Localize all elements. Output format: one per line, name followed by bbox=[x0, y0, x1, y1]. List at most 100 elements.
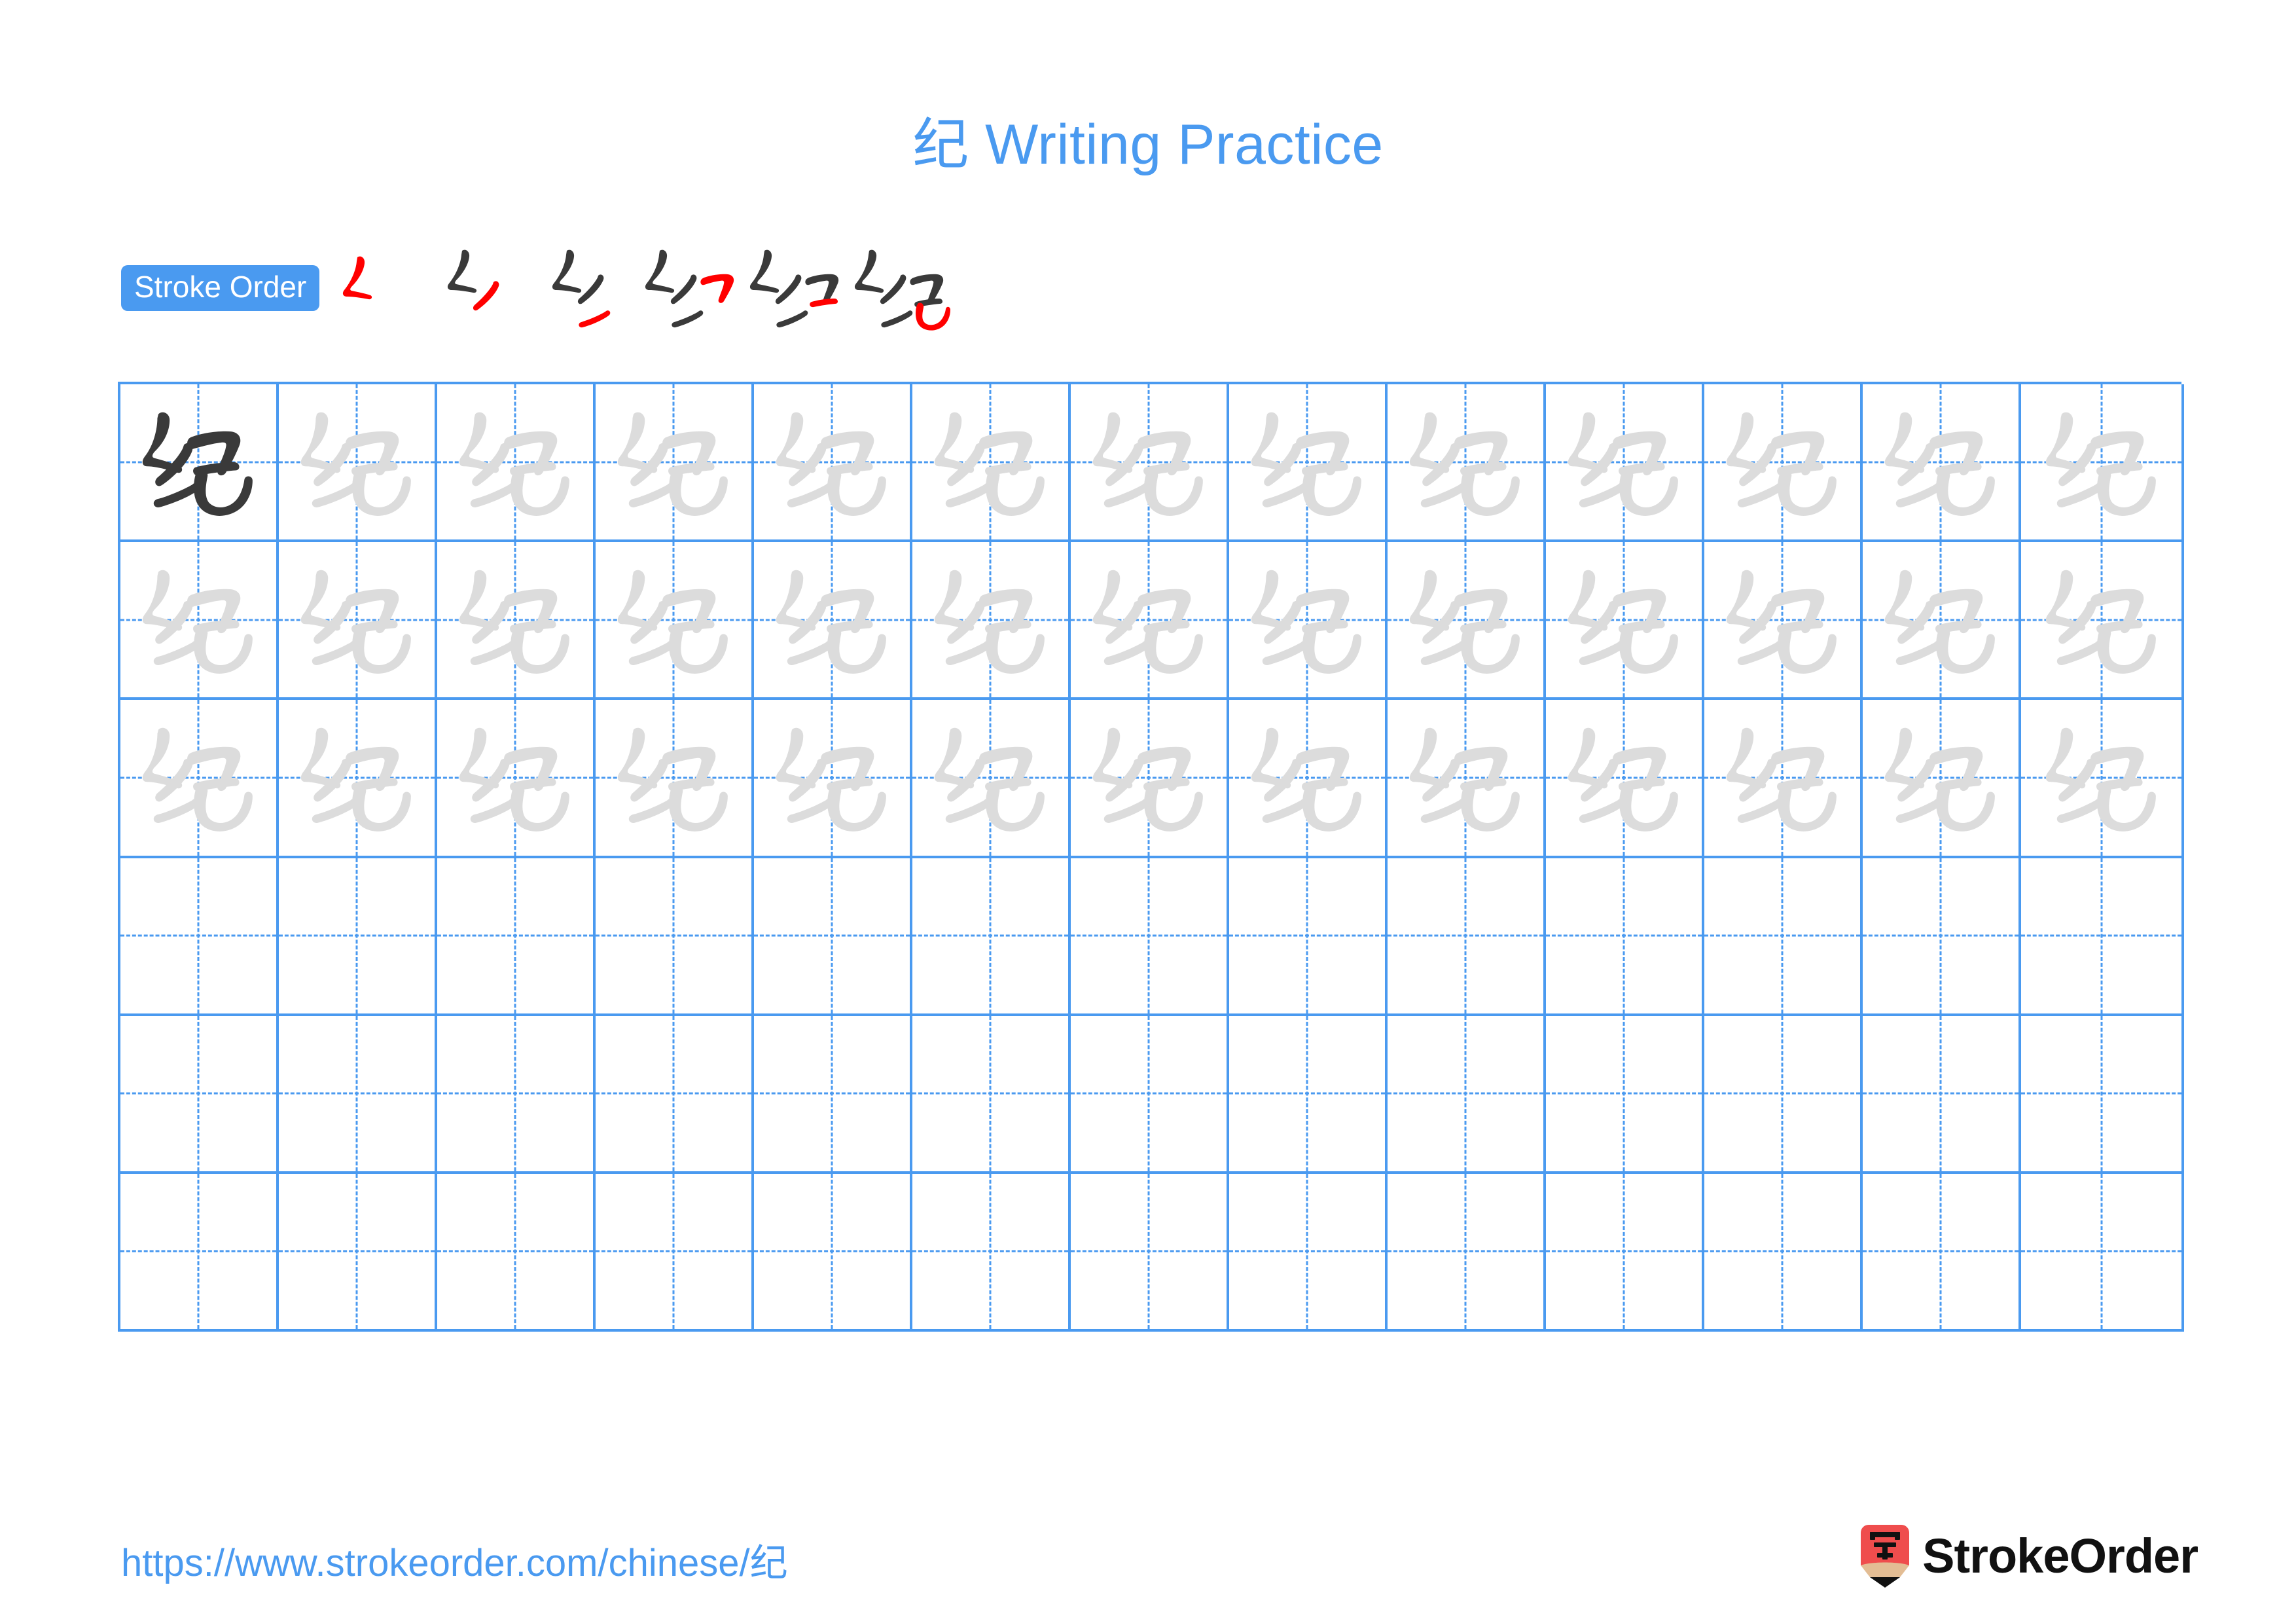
practice-character bbox=[1546, 384, 1702, 539]
stroke-5-prior bbox=[750, 249, 839, 328]
practice-grid-cell[interactable] bbox=[2021, 700, 2184, 858]
practice-grid-cell[interactable] bbox=[1229, 858, 1388, 1016]
practice-grid-cell[interactable] bbox=[1071, 384, 1229, 543]
practice-grid-cell[interactable] bbox=[1863, 1173, 2021, 1332]
practice-grid-cell[interactable] bbox=[1388, 542, 1546, 701]
practice-grid-cell[interactable] bbox=[437, 858, 596, 1016]
practice-grid-cell[interactable] bbox=[912, 384, 1071, 543]
practice-grid-cell[interactable] bbox=[754, 542, 912, 701]
practice-grid-cell[interactable] bbox=[279, 1015, 437, 1174]
practice-grid-cell[interactable] bbox=[912, 1015, 1071, 1174]
practice-grid-cell[interactable] bbox=[437, 1173, 596, 1332]
practice-grid-cell[interactable] bbox=[279, 542, 437, 701]
practice-grid-cell[interactable] bbox=[754, 858, 912, 1016]
stroke-6-prior bbox=[855, 249, 944, 328]
practice-grid-cell[interactable] bbox=[1546, 542, 1704, 701]
practice-grid-cell[interactable] bbox=[1546, 1173, 1704, 1332]
stroke-order-steps bbox=[329, 246, 957, 331]
practice-grid-cell[interactable] bbox=[754, 1173, 912, 1332]
practice-grid-cell[interactable] bbox=[120, 542, 279, 701]
practice-grid-cell[interactable] bbox=[279, 700, 437, 858]
practice-grid-cell[interactable] bbox=[596, 700, 754, 858]
practice-grid-cell[interactable] bbox=[1229, 384, 1388, 543]
practice-grid-cell[interactable] bbox=[1546, 384, 1704, 543]
practice-grid-cell[interactable] bbox=[596, 1173, 754, 1332]
stroke-step-5 bbox=[747, 246, 852, 331]
practice-character bbox=[1071, 384, 1227, 539]
practice-grid-cell[interactable] bbox=[1704, 1015, 1863, 1174]
practice-grid-cell[interactable] bbox=[1704, 1173, 1863, 1332]
practice-grid-cell[interactable] bbox=[1863, 1015, 2021, 1174]
practice-grid-cell[interactable] bbox=[279, 384, 437, 543]
brand-name: StrokeOrder bbox=[1922, 1529, 2198, 1583]
practice-character bbox=[912, 542, 1068, 697]
practice-grid-cell[interactable] bbox=[1071, 700, 1229, 858]
practice-grid-cell[interactable] bbox=[1388, 700, 1546, 858]
practice-grid-cell[interactable] bbox=[1546, 700, 1704, 858]
practice-grid-cell[interactable] bbox=[1704, 700, 1863, 858]
practice-grid-cell[interactable] bbox=[1071, 1173, 1229, 1332]
stroke-3-prior bbox=[552, 249, 604, 304]
practice-grid-cell[interactable] bbox=[754, 384, 912, 543]
practice-grid-cell[interactable] bbox=[2021, 384, 2184, 543]
practice-grid-cell[interactable] bbox=[1071, 858, 1229, 1016]
practice-grid-cell[interactable] bbox=[437, 384, 596, 543]
practice-character bbox=[1546, 700, 1702, 855]
practice-grid bbox=[118, 382, 2184, 1332]
practice-grid-cell[interactable] bbox=[279, 858, 437, 1016]
practice-grid-cell[interactable] bbox=[120, 858, 279, 1016]
practice-grid-cell[interactable] bbox=[596, 1015, 754, 1174]
stroke-3-new bbox=[579, 310, 611, 328]
practice-grid-cell[interactable] bbox=[1863, 542, 2021, 701]
footer-url-link[interactable]: https://www.strokeorder.com/chinese/纪 bbox=[121, 1532, 788, 1587]
practice-grid-cell[interactable] bbox=[1071, 542, 1229, 701]
practice-grid-cell[interactable] bbox=[120, 700, 279, 858]
practice-grid-cell[interactable] bbox=[596, 542, 754, 701]
practice-character bbox=[1863, 542, 2018, 697]
practice-grid-cell[interactable] bbox=[1229, 700, 1388, 858]
practice-grid-cell[interactable] bbox=[596, 858, 754, 1016]
practice-grid-cell[interactable] bbox=[2021, 542, 2184, 701]
practice-grid-cell[interactable] bbox=[1388, 1173, 1546, 1332]
practice-grid-cell[interactable] bbox=[120, 1015, 279, 1174]
practice-grid-cell[interactable] bbox=[437, 542, 596, 701]
pencil-logo-icon bbox=[1861, 1525, 1910, 1588]
practice-grid-cell[interactable] bbox=[1388, 384, 1546, 543]
practice-grid-cell[interactable] bbox=[912, 542, 1071, 701]
practice-grid-cell[interactable] bbox=[1704, 858, 1863, 1016]
practice-grid-cell[interactable] bbox=[2021, 1173, 2184, 1332]
practice-grid-cell[interactable] bbox=[1229, 1015, 1388, 1174]
practice-grid-cell[interactable] bbox=[1863, 858, 2021, 1016]
practice-grid-cell[interactable] bbox=[1546, 858, 1704, 1016]
practice-grid-cell[interactable] bbox=[1229, 542, 1388, 701]
practice-grid-cell[interactable] bbox=[596, 384, 754, 543]
practice-grid-cell[interactable] bbox=[437, 700, 596, 858]
practice-grid-row bbox=[120, 542, 2184, 701]
practice-grid-cell[interactable] bbox=[754, 1015, 912, 1174]
practice-grid-cell[interactable] bbox=[754, 700, 912, 858]
practice-grid-cell[interactable] bbox=[1071, 1015, 1229, 1174]
practice-grid-cell[interactable] bbox=[120, 1173, 279, 1332]
practice-grid-cell[interactable] bbox=[1388, 1015, 1546, 1174]
practice-character bbox=[279, 542, 435, 697]
stroke-1-new bbox=[343, 256, 372, 300]
practice-grid-cell[interactable] bbox=[437, 1015, 596, 1174]
practice-grid-cell[interactable] bbox=[120, 384, 279, 543]
practice-grid-cell[interactable] bbox=[912, 1173, 1071, 1332]
practice-grid-cell[interactable] bbox=[2021, 1015, 2184, 1174]
practice-grid-cell[interactable] bbox=[1388, 858, 1546, 1016]
practice-grid-cell[interactable] bbox=[1229, 1173, 1388, 1332]
page-title-character: 纪 bbox=[912, 112, 969, 177]
practice-grid-cell[interactable] bbox=[1704, 542, 1863, 701]
practice-character bbox=[754, 700, 910, 855]
practice-grid-cell[interactable] bbox=[1546, 1015, 1704, 1174]
practice-grid-cell[interactable] bbox=[2021, 858, 2184, 1016]
practice-grid-cell[interactable] bbox=[1863, 384, 2021, 543]
practice-grid-cell[interactable] bbox=[912, 700, 1071, 858]
practice-grid-cell[interactable] bbox=[912, 858, 1071, 1016]
practice-grid-cell[interactable] bbox=[1863, 700, 2021, 858]
practice-grid-cell[interactable] bbox=[279, 1173, 437, 1332]
practice-character bbox=[2021, 700, 2181, 855]
practice-character bbox=[437, 700, 593, 855]
practice-grid-cell[interactable] bbox=[1704, 384, 1863, 543]
